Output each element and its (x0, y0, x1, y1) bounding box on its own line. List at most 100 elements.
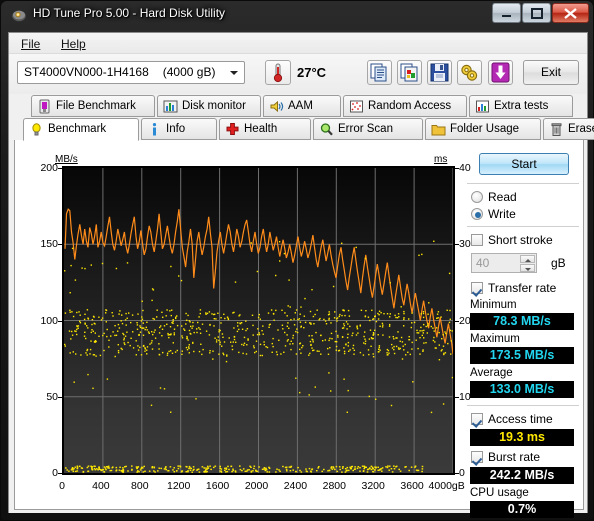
tab-folder-usage[interactable]: Folder Usage (425, 118, 541, 140)
tab-info[interactable]: Info (141, 118, 217, 140)
short-stroke-label: Short stroke (488, 233, 553, 247)
tab-disk-monitor[interactable]: Disk monitor (157, 95, 261, 117)
settings-button[interactable] (457, 60, 482, 85)
random-access-icon (349, 99, 364, 114)
access-time-label: Access time (488, 412, 553, 426)
download-button[interactable] (488, 60, 513, 85)
y-tick-mark-left (58, 168, 62, 169)
tab-benchmark[interactable]: Benchmark (23, 118, 139, 141)
short-stroke-input[interactable]: 40 (471, 253, 537, 273)
tab-label: AAM (288, 100, 313, 112)
radio-write-indicator (471, 208, 483, 220)
checkbox-access-time[interactable]: Access time (471, 411, 553, 427)
maximize-button[interactable] (522, 3, 551, 23)
burst-rate-value: 242.2 MB/s (470, 467, 574, 484)
disk-monitor-icon (163, 99, 178, 114)
average-value: 133.0 MB/s (470, 381, 574, 398)
radio-write[interactable]: Write (471, 206, 516, 222)
tab-aam[interactable]: AAM (263, 95, 341, 117)
minimize-icon (493, 4, 520, 27)
y-tick-mark-right (455, 244, 459, 246)
drive-name: ST4000VN000-1H4168 (24, 65, 149, 79)
cpu-usage-label: CPU usage (470, 487, 529, 499)
file-benchmark-icon (37, 99, 52, 114)
x-tick-label: 4000gB (428, 480, 465, 492)
transfer-rate-label: Transfer rate (488, 281, 557, 295)
copy-image-icon (400, 63, 418, 82)
y-tick-mark-right (455, 473, 459, 474)
menu-bar: File Help (9, 33, 587, 54)
close-icon (553, 4, 588, 27)
tab-label: Health (244, 123, 278, 135)
tab-label: File Benchmark (56, 100, 136, 112)
tab-random-access[interactable]: Random Access (343, 95, 467, 117)
exit-button[interactable]: Exit (523, 60, 579, 85)
window-title: HD Tune Pro 5.00 - Hard Disk Utility (33, 6, 226, 20)
x-tick-label: 0 (59, 480, 65, 492)
drive-select[interactable]: ST4000VN000-1H4168 (4000 gB) (17, 61, 245, 84)
y-tick-label-left: 150 (40, 238, 58, 251)
tab-extra-tests[interactable]: Extra tests (469, 95, 573, 117)
gear-icon (461, 64, 478, 81)
info-icon (147, 122, 162, 137)
tab-health[interactable]: Health (219, 118, 311, 140)
minimum-label: Minimum (470, 299, 517, 311)
temperature-button[interactable] (265, 60, 291, 85)
folder-icon (431, 122, 446, 137)
spinner-down-button[interactable] (520, 264, 535, 272)
average-label: Average (470, 367, 513, 379)
temperature-value: 27°C (297, 65, 327, 80)
checkbox-burst-rate[interactable]: Burst rate (471, 449, 540, 465)
y-axis-label-right: ms (434, 154, 448, 165)
x-tick-label: 1200 (167, 480, 191, 492)
download-icon (491, 62, 510, 83)
checkbox-transfer-rate[interactable]: Transfer rate (471, 280, 556, 296)
radio-write-label: Write (488, 207, 516, 221)
tab-label: Benchmark (48, 123, 107, 135)
divider (467, 183, 579, 184)
radio-read[interactable]: Read (471, 189, 517, 205)
start-button[interactable]: Start (479, 153, 569, 175)
benchmark-options: Start Read Write Short stroke 40 gB Tran… (467, 150, 579, 518)
title-bar: HD Tune Pro 5.00 - Hard Disk Utility (1, 1, 593, 31)
minimize-button[interactable] (492, 3, 521, 23)
y-tick-mark-left (58, 396, 62, 398)
copy-button[interactable] (367, 60, 392, 85)
x-tick-label: 2000 (244, 480, 269, 492)
chevron-down-icon (525, 268, 531, 271)
maximum-label: Maximum (470, 333, 520, 345)
access-time-checkbox-indicator (471, 413, 483, 425)
close-button[interactable] (552, 3, 589, 23)
cpu-usage-value: 0.7% (470, 501, 574, 518)
y-tick-mark-left (58, 473, 62, 474)
tab-label: Error Scan (338, 123, 393, 135)
short-stroke-unit: gB (551, 256, 566, 270)
tab-label: Extra tests (494, 100, 549, 112)
trash-icon (549, 122, 564, 137)
y-tick-mark-right (455, 168, 459, 169)
spinner-up-button[interactable] (520, 255, 535, 263)
menu-file[interactable]: File (15, 36, 46, 52)
short-stroke-checkbox-indicator (471, 234, 483, 246)
tab-label: Random Access (368, 100, 452, 112)
lightbulb-icon (29, 122, 44, 137)
burst-rate-label: Burst rate (488, 450, 541, 464)
thermometer-icon (273, 63, 283, 83)
tab-erase[interactable]: Erase (543, 118, 594, 140)
save-button[interactable] (427, 60, 452, 85)
tab-error-scan[interactable]: Error Scan (313, 118, 423, 140)
chevron-up-icon (525, 259, 531, 262)
menu-help-label: Help (61, 37, 86, 51)
menu-help[interactable]: Help (55, 36, 92, 52)
copy-image-button[interactable] (397, 60, 422, 85)
y-tick-label-left: 0 (52, 467, 58, 479)
redcross-icon (225, 122, 240, 137)
extra-tests-icon (475, 99, 490, 114)
radio-read-label: Read (488, 190, 517, 204)
client-area: File Help ST4000VN000-1H4168 (4000 gB) 27… (8, 32, 594, 518)
save-icon (430, 63, 449, 82)
tab-file-benchmark[interactable]: File Benchmark (31, 95, 155, 117)
checkbox-short-stroke[interactable]: Short stroke (471, 232, 553, 248)
transfer-rate-checkbox-indicator (471, 282, 483, 294)
access-time-value: 19.3 ms (470, 429, 574, 446)
